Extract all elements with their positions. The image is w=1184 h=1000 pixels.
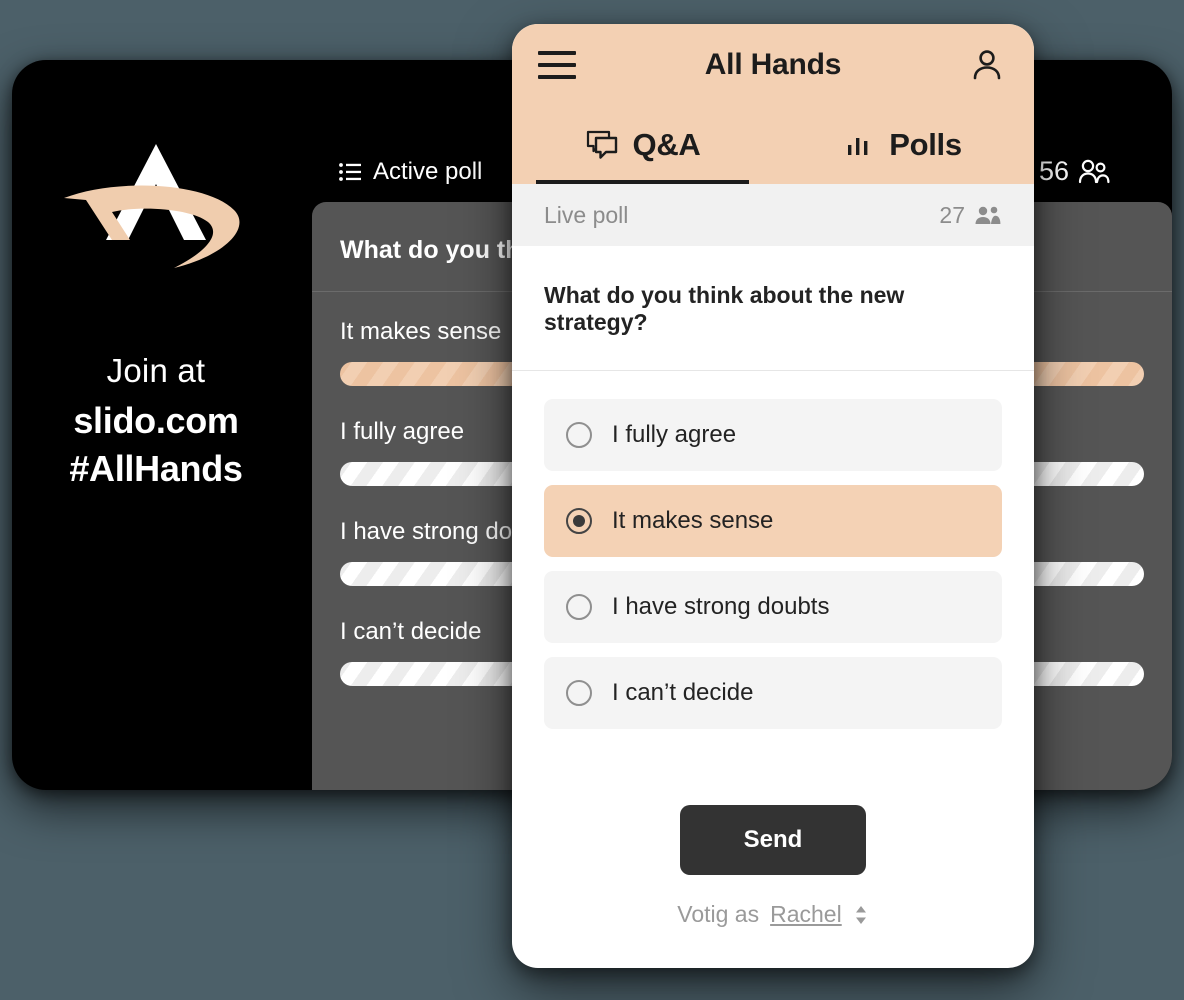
active-poll-indicator: Active poll xyxy=(338,158,482,186)
person-icon[interactable] xyxy=(966,44,1008,86)
voting-as-selector[interactable]: Votig as Rachel xyxy=(677,901,868,928)
mobile-tabbar: Q&A Polls xyxy=(512,106,1034,184)
poll-option-selected[interactable]: It makes sense xyxy=(544,485,1002,557)
hamburger-bar xyxy=(538,75,576,79)
poll-question: What do you think about the new strategy… xyxy=(512,246,1034,371)
join-url: slido.com xyxy=(73,399,239,441)
live-poll-label: Live poll xyxy=(544,201,629,228)
send-button[interactable]: Send xyxy=(680,805,866,875)
chat-bubbles-icon xyxy=(586,130,617,159)
page-title: All Hands xyxy=(704,48,842,81)
join-hashtag: #AllHands xyxy=(69,448,243,490)
live-poll-status-bar: Live poll 27 xyxy=(512,184,1034,246)
mobile-app-panel: All Hands Q&A Polls Live poll 27 What do… xyxy=(512,24,1034,968)
live-poll-participants: 27 xyxy=(939,202,1002,229)
poll-option-label: I can’t decide xyxy=(612,679,754,706)
hamburger-icon[interactable] xyxy=(538,44,580,86)
radio-icon xyxy=(566,594,592,620)
bar-chart-icon xyxy=(848,138,868,155)
hamburger-bar xyxy=(538,51,576,55)
tab-polls-label: Polls xyxy=(889,127,962,162)
poll-option-label: I have strong doubts xyxy=(612,593,830,620)
slido-logo xyxy=(64,144,240,268)
person-icon-glyph xyxy=(973,50,1001,80)
branding-column: Join at slido.com #AllHands xyxy=(12,60,300,790)
active-poll-label: Active poll xyxy=(373,158,483,185)
tab-qa[interactable]: Q&A xyxy=(512,106,773,184)
mobile-topbar: All Hands xyxy=(512,24,1034,106)
live-poll-count: 27 xyxy=(939,201,965,228)
poll-option[interactable]: I can’t decide xyxy=(544,657,1002,729)
send-area: Send Votig as Rachel xyxy=(512,743,1034,968)
join-instructions: Join at slido.com #AllHands xyxy=(69,352,243,491)
participants-counter: 56 xyxy=(1039,156,1110,187)
radio-icon xyxy=(566,422,592,448)
radio-selected-icon xyxy=(566,508,592,534)
people-icon xyxy=(975,206,1001,224)
mobile-header: All Hands Q&A Polls xyxy=(512,24,1034,184)
poll-option-label: It makes sense xyxy=(612,507,774,534)
poll-option[interactable]: I fully agree xyxy=(544,399,1002,471)
radio-icon xyxy=(566,680,592,706)
hamburger-bar xyxy=(538,63,576,67)
poll-options-list: I fully agree It makes sense I have stro… xyxy=(512,371,1034,743)
voting-as-name: Rachel xyxy=(770,901,842,927)
list-icon xyxy=(339,163,361,181)
participants-count: 56 xyxy=(1038,156,1069,186)
sort-chevrons-icon xyxy=(855,905,866,924)
tab-qa-label: Q&A xyxy=(632,127,701,162)
tab-polls[interactable]: Polls xyxy=(773,106,1034,184)
voting-as-prefix: Votig as xyxy=(677,901,760,927)
join-at-label: Join at xyxy=(106,352,206,389)
people-icon xyxy=(1078,159,1110,183)
poll-option[interactable]: I have strong doubts xyxy=(544,571,1002,643)
poll-option-label: I fully agree xyxy=(612,421,737,448)
